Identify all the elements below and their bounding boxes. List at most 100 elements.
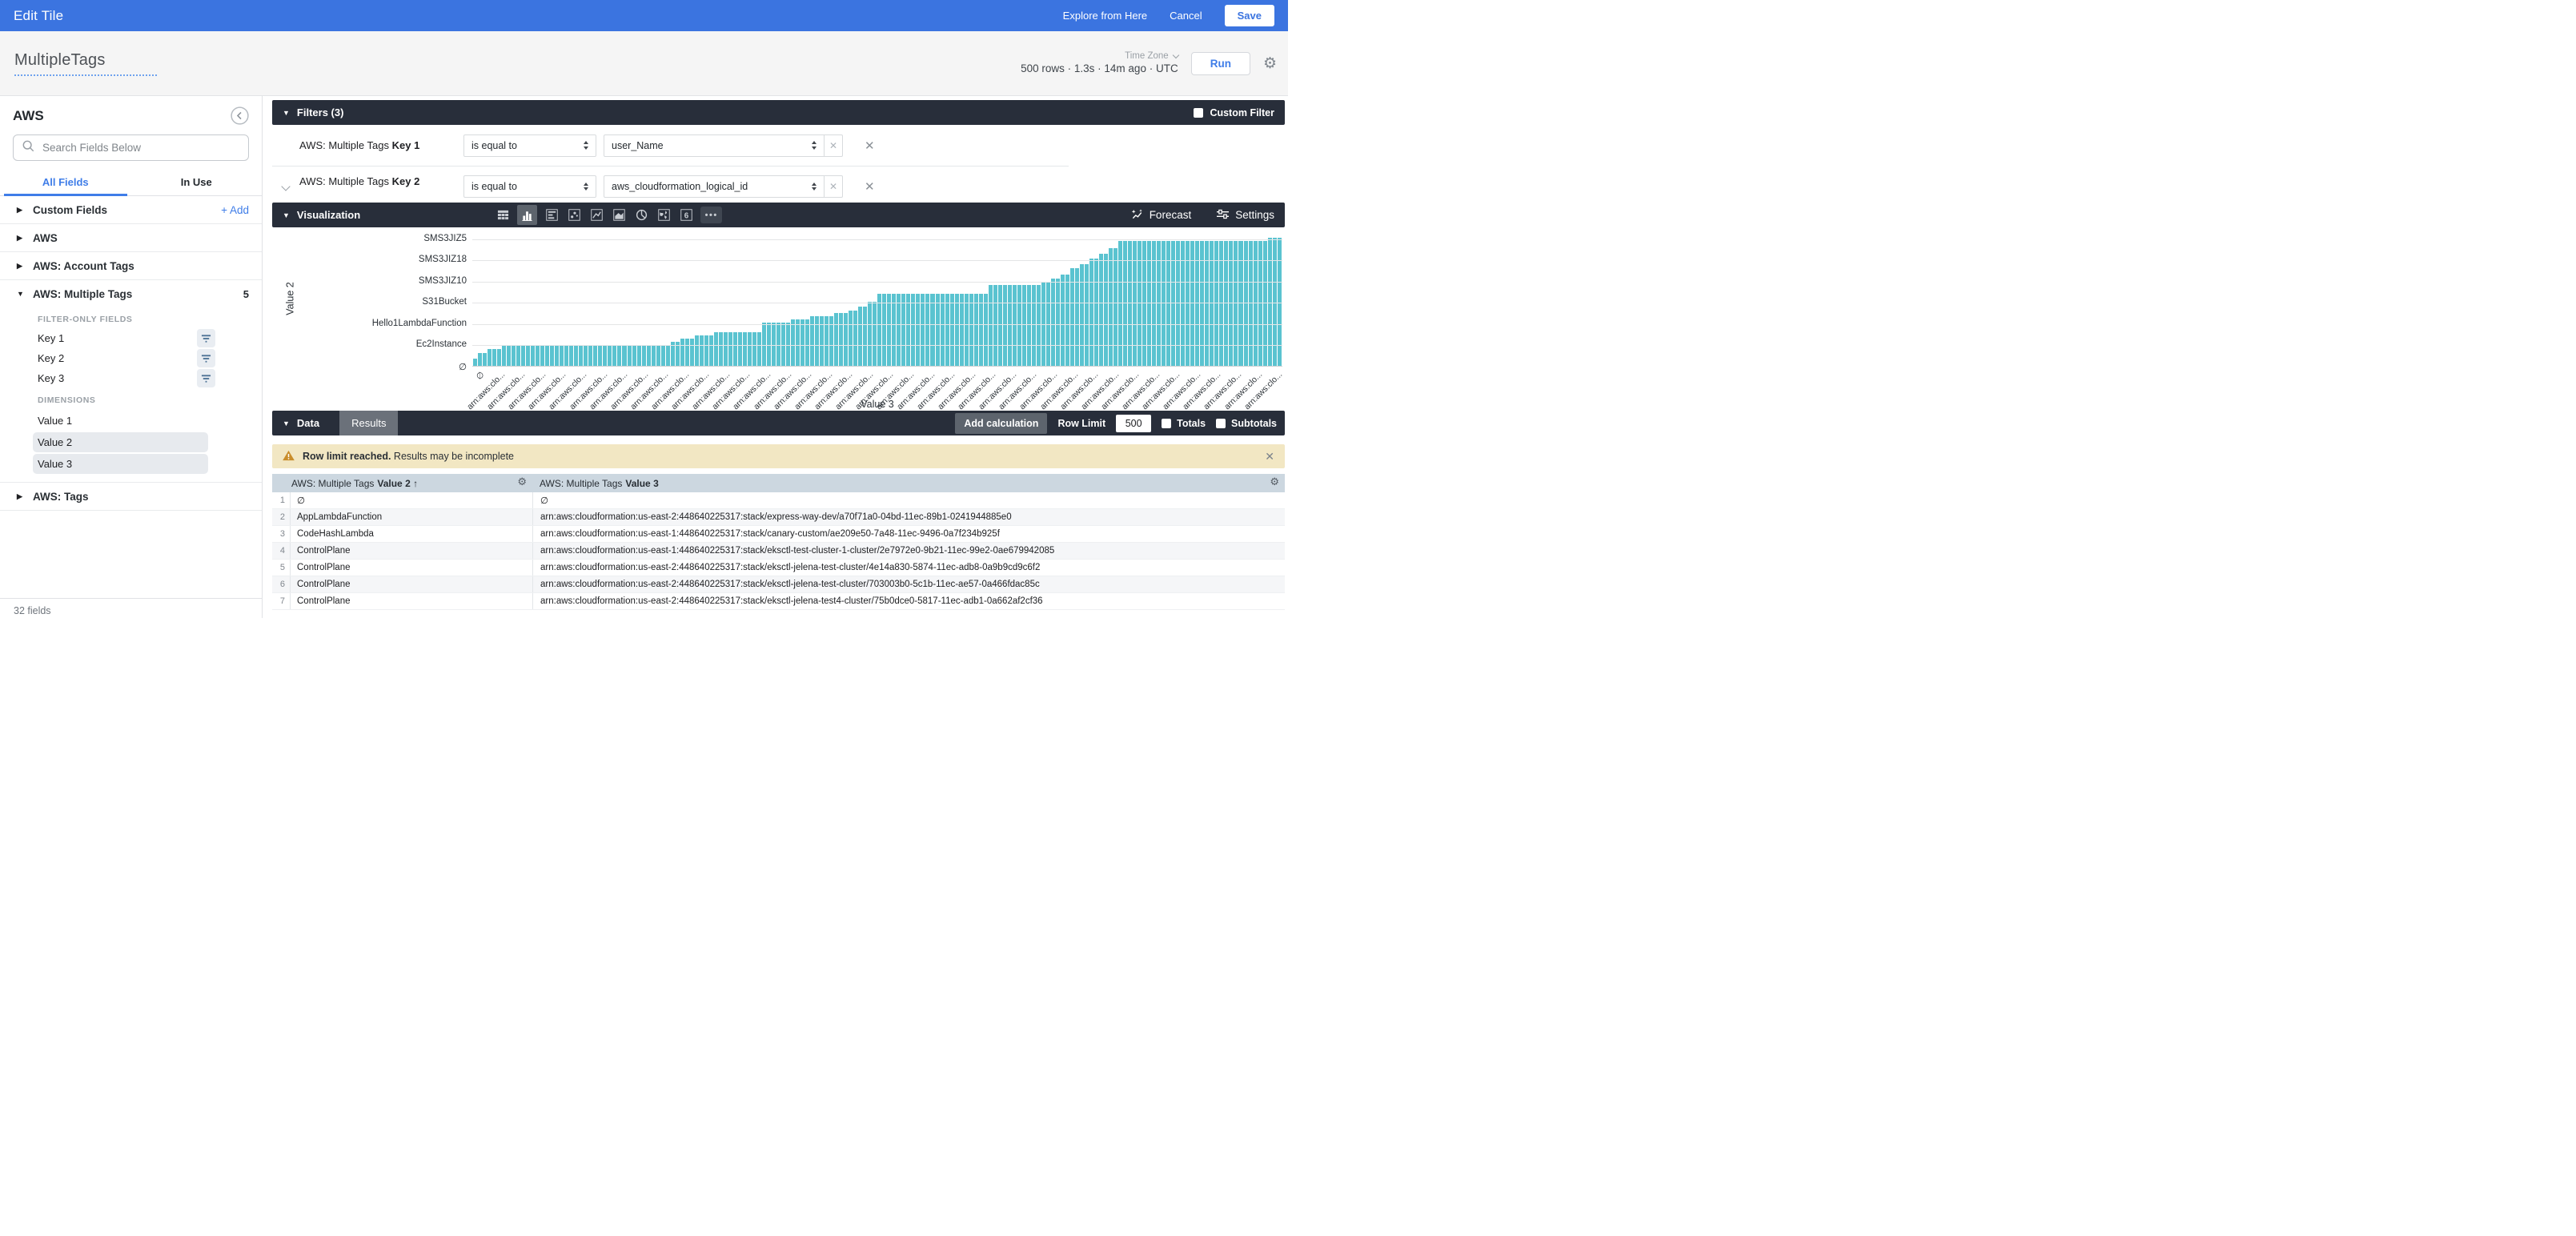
bar[interactable] — [540, 345, 544, 367]
subtotals-toggle[interactable]: Subtotals — [1216, 418, 1277, 429]
group-header[interactable]: ▶AWS — [0, 224, 262, 251]
bar[interactable] — [564, 345, 568, 367]
bar[interactable] — [652, 345, 656, 367]
single-value-icon[interactable]: 6 — [678, 207, 694, 223]
bar[interactable] — [752, 332, 756, 366]
group-header[interactable]: ▼AWS: Multiple Tags5 — [0, 280, 262, 307]
filter-icon[interactable] — [197, 369, 215, 387]
table-row[interactable]: 1∅∅ — [272, 492, 1285, 509]
cell-value2[interactable]: ControlPlane — [290, 576, 532, 592]
bar[interactable] — [1022, 285, 1026, 366]
bar[interactable] — [598, 345, 602, 367]
bar[interactable] — [868, 302, 872, 366]
bar[interactable] — [998, 285, 1002, 366]
bar[interactable] — [700, 335, 704, 366]
bar[interactable] — [1037, 285, 1041, 366]
column-header-value3[interactable]: AWS: Multiple Tags Value 3 ⚙ — [532, 474, 1285, 492]
bar[interactable] — [882, 294, 886, 366]
bar[interactable] — [1032, 285, 1036, 366]
custom-filter-checkbox[interactable] — [1194, 108, 1203, 118]
bar[interactable] — [925, 294, 929, 366]
bar[interactable] — [989, 285, 993, 366]
bar[interactable] — [526, 345, 530, 367]
bar[interactable] — [892, 294, 896, 366]
cell-value2[interactable]: ControlPlane — [290, 543, 532, 559]
table-row[interactable]: 7ControlPlanearn:aws:cloudformation:us-e… — [272, 593, 1285, 610]
tab-results[interactable]: Results — [339, 411, 398, 435]
bar[interactable] — [608, 345, 612, 367]
add-calculation-button[interactable]: Add calculation — [955, 413, 1047, 434]
bar-chart-icon[interactable] — [544, 207, 560, 223]
cell-value2[interactable]: ControlPlane — [290, 560, 532, 576]
bar[interactable] — [560, 345, 564, 367]
filters-header-bar[interactable]: ▼ Filters (3) Custom Filter — [272, 100, 1285, 125]
bar[interactable] — [969, 294, 973, 366]
bar[interactable] — [786, 323, 790, 366]
filter-icon[interactable] — [197, 329, 215, 347]
group-header[interactable]: ▶AWS: Account Tags — [0, 252, 262, 279]
table-row[interactable]: 5ControlPlanearn:aws:cloudformation:us-e… — [272, 560, 1285, 576]
bar[interactable] — [965, 294, 969, 366]
bar[interactable] — [916, 294, 920, 366]
bar[interactable] — [719, 332, 723, 366]
bar[interactable] — [536, 345, 540, 367]
bar[interactable] — [863, 307, 867, 366]
filter-value-select[interactable]: aws_cloudformation_logical_id — [604, 175, 825, 198]
cell-value3[interactable]: arn:aws:cloudformation:us-east-1:4486402… — [532, 543, 1285, 559]
remove-value-icon[interactable]: ✕ — [825, 175, 843, 198]
column-gear-icon[interactable]: ⚙ — [1270, 476, 1279, 488]
bar[interactable] — [791, 319, 795, 366]
bar[interactable] — [661, 345, 665, 367]
bar[interactable] — [767, 323, 771, 366]
bar[interactable] — [497, 349, 501, 366]
area-chart-icon[interactable] — [611, 207, 627, 223]
close-icon[interactable]: ✕ — [1265, 450, 1274, 464]
cell-value3[interactable]: ∅ — [532, 492, 1285, 508]
chevron-down-icon[interactable] — [281, 182, 290, 191]
data-header-bar[interactable]: ▼ Data Results Add calculation Row Limit… — [272, 411, 1285, 435]
cell-value2[interactable]: AppLambdaFunction — [290, 509, 532, 525]
bar[interactable] — [906, 294, 910, 366]
cell-value3[interactable]: arn:aws:cloudformation:us-east-2:4486402… — [532, 576, 1285, 592]
bar[interactable] — [844, 313, 848, 366]
bar[interactable] — [1268, 238, 1272, 366]
filter-operator-select[interactable]: is equal to — [463, 134, 596, 157]
bar[interactable] — [704, 335, 708, 366]
bar[interactable] — [488, 349, 492, 366]
bar[interactable] — [1104, 254, 1108, 366]
field-value-2[interactable]: Value 2 — [0, 431, 262, 452]
chart-plot-area[interactable] — [472, 233, 1282, 367]
bar[interactable] — [1070, 268, 1074, 366]
bar[interactable] — [1027, 285, 1031, 366]
cancel-button[interactable]: Cancel — [1170, 10, 1202, 22]
bar[interactable] — [593, 345, 597, 367]
column-gear-icon[interactable]: ⚙ — [517, 476, 527, 488]
bar[interactable] — [1013, 285, 1017, 366]
bar[interactable] — [796, 319, 800, 366]
visualization-header-bar[interactable]: ▼ Visualization 6••• Forecast Settin — [272, 203, 1285, 227]
cell-value2[interactable]: ∅ — [290, 492, 532, 508]
bar[interactable] — [1085, 264, 1089, 366]
bar[interactable] — [936, 294, 940, 366]
field-value-1[interactable]: Value 1 — [0, 410, 262, 431]
bar[interactable] — [960, 294, 964, 366]
pie-chart-icon[interactable] — [633, 207, 649, 223]
column-chart-icon[interactable] — [517, 205, 537, 225]
gear-icon[interactable]: ⚙ — [1263, 56, 1277, 71]
save-button[interactable]: Save — [1225, 5, 1274, 26]
bar[interactable] — [743, 332, 747, 366]
bar[interactable] — [839, 313, 843, 366]
bar[interactable] — [1273, 238, 1277, 366]
bar[interactable] — [757, 332, 761, 366]
add-custom-field-button[interactable]: + Add — [221, 204, 249, 216]
cell-value3[interactable]: arn:aws:cloudformation:us-east-2:4486402… — [532, 593, 1285, 609]
group-header[interactable]: ▶Custom Fields+ Add — [0, 196, 262, 223]
tab-all-fields[interactable]: All Fields — [0, 170, 131, 195]
column-header-value2[interactable]: AWS: Multiple Tags Value 2 ↑ ⚙ — [272, 474, 532, 492]
bar[interactable] — [877, 294, 881, 366]
map-icon[interactable] — [656, 207, 672, 223]
bar[interactable] — [941, 294, 945, 366]
bar[interactable] — [588, 345, 592, 367]
bar[interactable] — [579, 345, 583, 367]
bar[interactable] — [1017, 285, 1021, 366]
